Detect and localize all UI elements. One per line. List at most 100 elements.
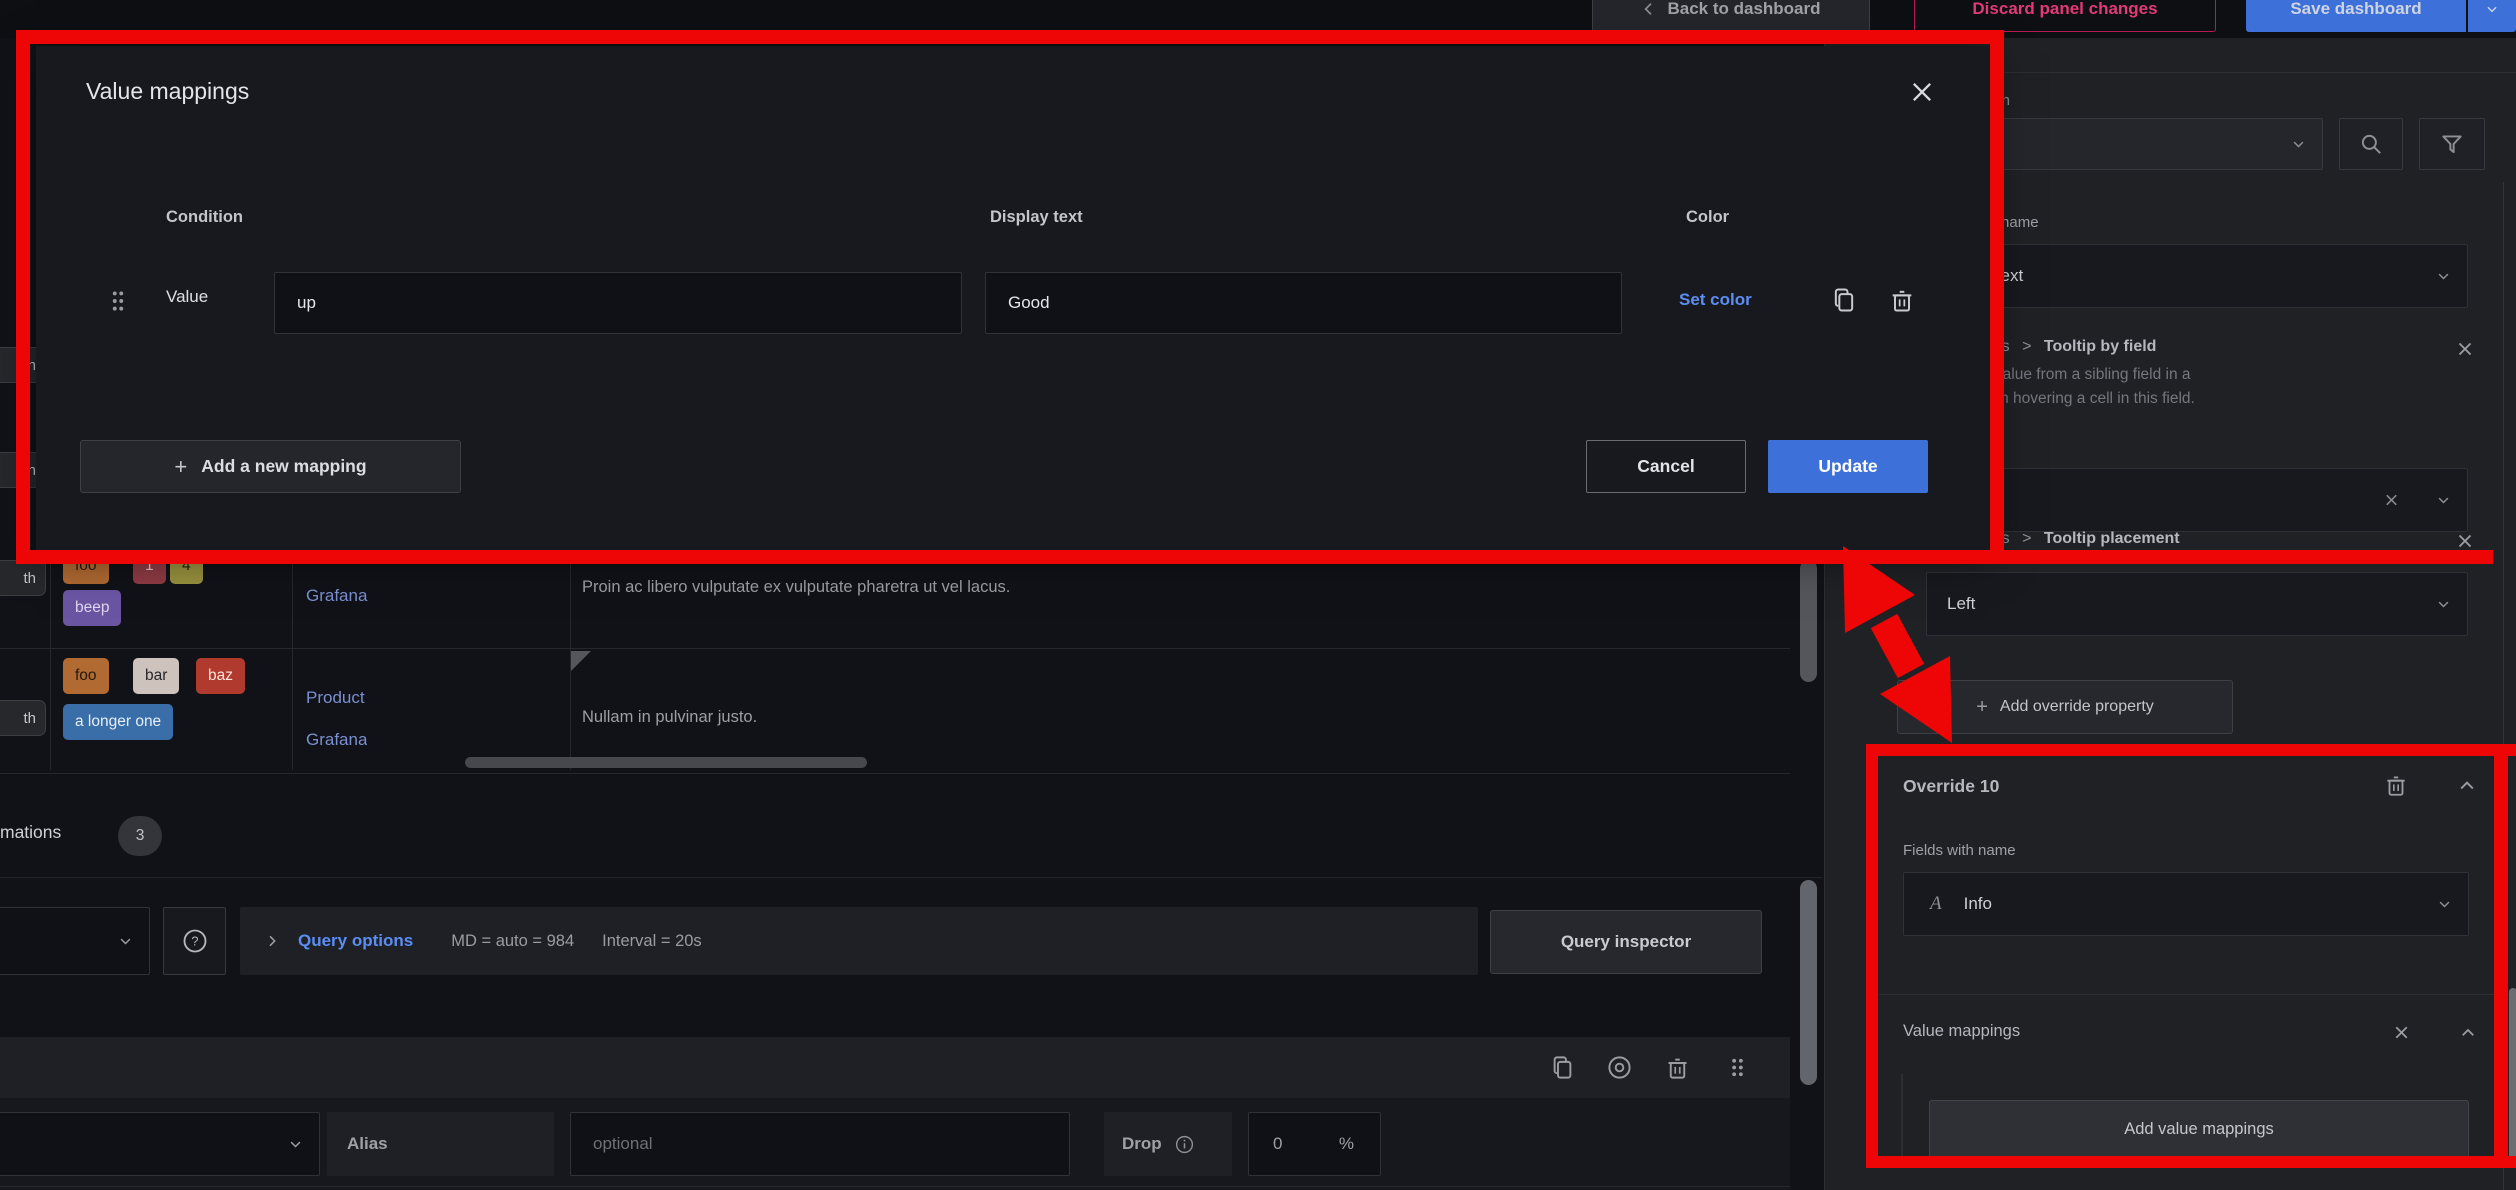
- chevron-left-icon: [1641, 1, 1657, 17]
- override-fields-with-name-label: Fields with name: [1903, 842, 2016, 859]
- product-link[interactable]: Grafana: [306, 586, 367, 606]
- drag-handle-icon[interactable]: [105, 288, 131, 314]
- remove-property-icon[interactable]: [2454, 338, 2476, 360]
- delete-mapping-trash-icon[interactable]: [1888, 286, 1916, 314]
- main-scrollbar-thumb[interactable]: [1800, 880, 1817, 1085]
- bottom-divider: [0, 1186, 1790, 1187]
- clear-selection-icon[interactable]: [2382, 491, 2401, 510]
- options-scrollbar-thumb[interactable]: [2509, 988, 2516, 1164]
- property-description-line1: Show the value from a sibling field in a: [1926, 366, 2486, 384]
- alias-field-label: Alias: [327, 1112, 554, 1176]
- alias-placeholder: optional: [593, 1134, 653, 1154]
- duplicate-query-icon[interactable]: [1549, 1054, 1576, 1081]
- mapping-condition-value: up: [297, 293, 316, 313]
- plus-icon: +: [174, 454, 187, 480]
- save-dashboard-label: Save dashboard: [2290, 0, 2421, 19]
- query-options-bar[interactable]: Query options MD = auto = 984 Interval =…: [240, 907, 1478, 975]
- annotation-rect-modal-left: [16, 30, 30, 564]
- cell-corner-marker: [571, 651, 591, 671]
- drop-value: 0: [1273, 1134, 1282, 1154]
- hide-query-eye-icon[interactable]: [1606, 1054, 1633, 1081]
- property-description-line2: tooltip when hovering a cell in this fie…: [1926, 390, 2486, 408]
- discard-panel-changes-label: Discard panel changes: [1972, 0, 2157, 19]
- annotation-arrow: [1780, 520, 2040, 780]
- save-dashboard-button[interactable]: Save dashboard: [2246, 0, 2466, 32]
- product-link[interactable]: Product: [306, 688, 365, 708]
- annotation-rect-override-right: [2494, 744, 2508, 1168]
- table-cell-health-pill: th: [0, 700, 46, 736]
- drop-unit: %: [1339, 1134, 1354, 1154]
- collapse-value-mappings-chevron-up-icon[interactable]: [2459, 1024, 2477, 1042]
- copy-mapping-icon[interactable]: [1830, 286, 1858, 314]
- alias-input[interactable]: optional: [570, 1112, 1070, 1176]
- close-icon[interactable]: [1908, 78, 1936, 106]
- back-to-dashboard-label: Back to dashboard: [1667, 0, 1820, 19]
- update-label: Update: [1818, 456, 1877, 477]
- table-horizontal-scrollbar[interactable]: [465, 757, 867, 768]
- table-cell-description: Proin ac libero vulputate ex vulputate p…: [582, 578, 1010, 597]
- mapping-condition-input[interactable]: up: [274, 272, 962, 334]
- chevron-down-icon: [2485, 2, 2499, 16]
- override-property-tooltip-by-field: Cell options > Tooltip by field Show the…: [1926, 338, 2486, 408]
- query-stats-md: MD = auto = 984: [451, 932, 574, 951]
- remove-value-mappings-icon[interactable]: [2391, 1022, 2412, 1043]
- tag-baz: baz: [196, 658, 245, 694]
- add-new-mapping-button[interactable]: + Add a new mapping: [80, 440, 461, 493]
- transformations-count-badge: 3: [118, 816, 162, 856]
- search-options-button[interactable]: [2339, 118, 2403, 170]
- query-options-label: Query options: [298, 931, 413, 951]
- add-new-mapping-label: Add a new mapping: [201, 456, 366, 477]
- override-value-mappings-label: Value mappings: [1903, 1022, 2020, 1041]
- chevron-down-icon: [2437, 897, 2452, 912]
- property-name: Tooltip by field: [2044, 338, 2157, 355]
- datasource-picker[interactable]: [0, 907, 150, 975]
- annotation-rect-override-left: [1866, 744, 1878, 1168]
- drop-percent-input[interactable]: 0 %: [1248, 1112, 1381, 1176]
- update-button[interactable]: Update: [1768, 440, 1928, 493]
- mapping-display-text-value: Good: [1008, 293, 1050, 313]
- override-matcher-value: Info: [1964, 894, 1992, 914]
- tag-foo: foo: [63, 658, 109, 694]
- collapse-override-chevron-up-icon[interactable]: [2457, 776, 2477, 796]
- tag-beep: beep: [63, 590, 121, 626]
- modal-title: Value mappings: [86, 78, 249, 105]
- tag-bar: bar: [133, 658, 179, 694]
- drop-field-label: Drop: [1104, 1112, 1232, 1176]
- add-value-mappings-button[interactable]: Add value mappings: [1929, 1100, 2469, 1158]
- drag-query-grip-icon[interactable]: [1724, 1054, 1751, 1081]
- annotation-rect-modal-top: [16, 30, 2004, 44]
- query-inspector-label: Query inspector: [1561, 932, 1691, 952]
- delete-override-trash-icon[interactable]: [2383, 772, 2409, 798]
- override-matcher-select[interactable]: A Info: [1903, 872, 2469, 936]
- value-mappings-modal: Value mappings Condition Display text Co…: [36, 46, 1990, 550]
- annotation-rect-modal-bottom: [16, 550, 2493, 564]
- datasource-help-button[interactable]: ?: [163, 907, 226, 975]
- product-link[interactable]: Grafana: [306, 730, 367, 770]
- set-color-link[interactable]: Set color: [1679, 290, 1752, 310]
- search-icon: [2358, 131, 2384, 157]
- svg-text:?: ?: [191, 934, 198, 949]
- query-stats-interval: Interval = 20s: [602, 932, 702, 951]
- save-dashboard-menu-button[interactable]: [2468, 0, 2516, 32]
- delete-query-trash-icon[interactable]: [1664, 1054, 1691, 1081]
- filter-options-button[interactable]: [2419, 118, 2485, 170]
- tag-a-longer-one: a longer one: [63, 704, 173, 740]
- modal-col-display-text: Display text: [990, 208, 1083, 227]
- cancel-button[interactable]: Cancel: [1586, 440, 1746, 493]
- fields-with-name-select[interactable]: Short Text: [1926, 244, 2468, 308]
- chevron-down-icon: [2436, 597, 2451, 612]
- discard-panel-changes-button[interactable]: Discard panel changes: [1914, 0, 2216, 32]
- query-inspector-button[interactable]: Query inspector: [1490, 910, 1762, 974]
- info-icon: [1174, 1134, 1195, 1155]
- annotation-rect-modal-right: [1990, 30, 2004, 564]
- table-row-divider: [0, 648, 1790, 649]
- annotation-rect-override-bottom: [1866, 1156, 2516, 1168]
- mapping-display-text-input[interactable]: Good: [985, 272, 1622, 334]
- chevron-down-icon: [2291, 137, 2306, 152]
- metric-select[interactable]: [0, 1112, 320, 1176]
- text-field-type-icon: A: [1930, 893, 1942, 915]
- chevron-down-icon: [2436, 493, 2451, 508]
- back-to-dashboard-button[interactable]: Back to dashboard: [1592, 0, 1870, 32]
- remove-property-icon[interactable]: [2454, 530, 2476, 552]
- override-indent-line: [1901, 1074, 1903, 1160]
